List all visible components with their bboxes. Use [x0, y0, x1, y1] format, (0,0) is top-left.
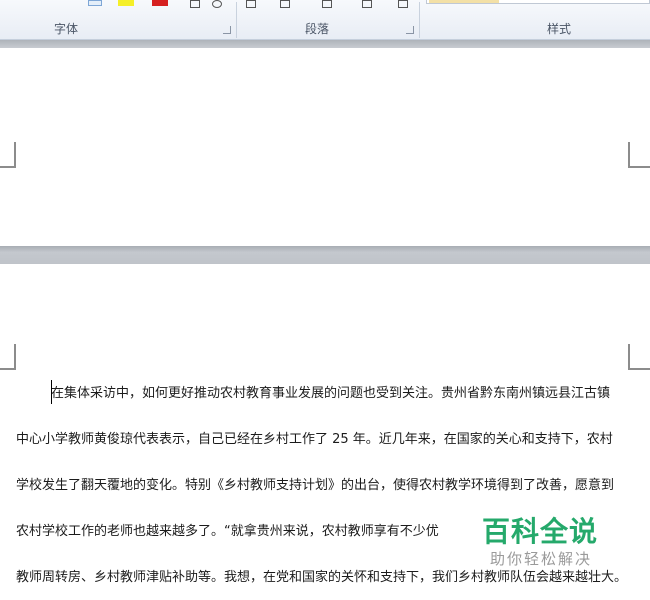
watermark-title: 百科全说	[482, 515, 599, 548]
page-1[interactable]	[0, 48, 650, 246]
crop-mark	[628, 142, 650, 168]
crop-mark	[0, 344, 16, 370]
page-gap	[0, 246, 650, 264]
doc-line-3[interactable]: 学校发生了翻天覆地的变化。特别《乡村教师支持计划》的出台，使得农村教学环境得到了…	[16, 476, 628, 496]
font-group: 字体	[0, 0, 236, 40]
paragraph-group: 段落	[237, 0, 419, 40]
crop-mark	[628, 344, 650, 370]
doc-line-2[interactable]: 中心小学教师黄俊琼代表表示，自己已经在乡村工作了 25 年。近几年来，在国家的关…	[16, 430, 628, 450]
styles-group-label: 样式	[547, 22, 572, 36]
paragraph-dialog-launcher-icon[interactable]	[406, 26, 414, 34]
watermark: 百科全说 助你轻松解决	[470, 506, 620, 572]
ribbon: 字体 段落 样式	[0, 0, 650, 40]
styles-group: 样式	[420, 0, 650, 40]
paragraph-group-label: 段落	[305, 22, 330, 36]
font-dialog-launcher-icon[interactable]	[223, 26, 231, 34]
watermark-subtitle: 助你轻松解决	[490, 550, 593, 568]
doc-line-1[interactable]: 在集体采访中，如何更好推动农村教育事业发展的问题也受到关注。贵州省黔东南州镇远县…	[51, 384, 629, 404]
text-cursor	[51, 380, 52, 404]
crop-mark	[0, 142, 16, 168]
font-group-label: 字体	[54, 22, 79, 36]
workspace-background	[0, 40, 650, 48]
